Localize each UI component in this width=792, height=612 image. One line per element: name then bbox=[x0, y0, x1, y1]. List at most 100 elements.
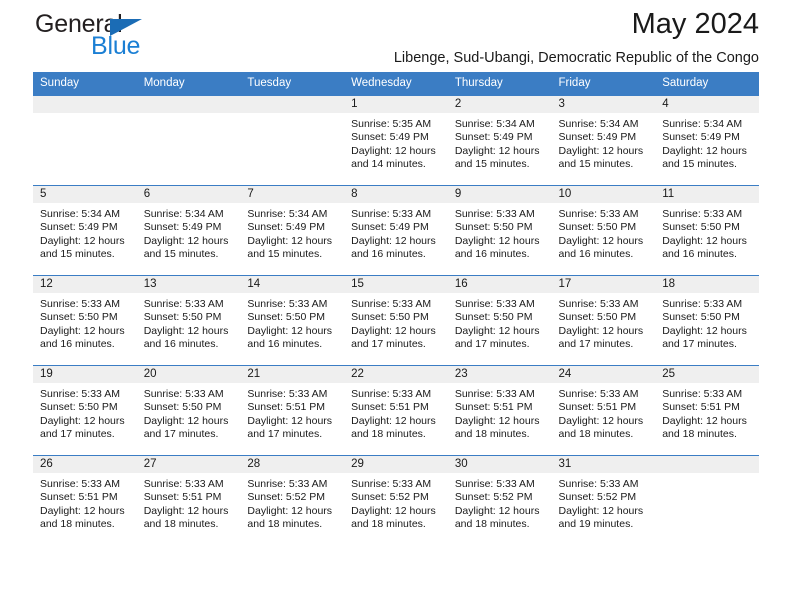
day-number: 9 bbox=[447, 186, 552, 203]
day-details: Sunrise: 5:33 AM Sunset: 5:50 PM Daylight:… bbox=[655, 203, 759, 262]
day-number: 3 bbox=[551, 96, 656, 113]
daylight-text: Daylight: 12 hours bbox=[662, 234, 747, 247]
calendar-day-cell[interactable]: 30 Sunrise: 5:33 AM Sunset: 5:52 PM Dayligh… bbox=[447, 455, 552, 545]
calendar-day-cell[interactable]: 25 Sunrise: 5:33 AM Sunset: 5:51 PM Dayligh… bbox=[655, 365, 759, 456]
day-number: 15 bbox=[344, 276, 448, 293]
sunset-text: Sunset: 5:49 PM bbox=[351, 131, 429, 144]
day-details: Sunrise: 5:33 AM Sunset: 5:50 PM Daylight:… bbox=[655, 293, 759, 352]
calendar-day-cell[interactable]: 4 Sunrise: 5:34 AM Sunset: 5:49 PM Daylight… bbox=[655, 95, 759, 186]
sunset-text: Sunset: 5:50 PM bbox=[558, 221, 637, 234]
sunset-text: Sunset: 5:51 PM bbox=[558, 401, 637, 414]
calendar-day-cell[interactable]: 18 Sunrise: 5:33 AM Sunset: 5:50 PM Dayligh… bbox=[655, 275, 759, 366]
sunset-text: Sunset: 5:50 PM bbox=[558, 311, 637, 324]
general-blue-logo[interactable]: General Blue bbox=[33, 10, 183, 62]
calendar-day-cell[interactable]: 1 Sunrise: 5:35 AM Sunset: 5:49 PM Daylight… bbox=[344, 95, 448, 186]
calendar-day-cell[interactable]: 8 Sunrise: 5:33 AM Sunset: 5:49 PM Daylight… bbox=[344, 185, 448, 276]
sunrise-text: Sunrise: 5:33 AM bbox=[143, 388, 224, 400]
day-number: 4 bbox=[655, 96, 759, 113]
daylight-text: and 19 minutes. bbox=[558, 518, 634, 531]
sunrise-text: Sunrise: 5:33 AM bbox=[454, 388, 535, 400]
sunrise-text: Sunrise: 5:33 AM bbox=[40, 298, 120, 310]
calendar-day-cell[interactable]: 31 Sunrise: 5:33 AM Sunset: 5:52 PM Dayligh… bbox=[551, 455, 656, 545]
sunrise-text: Sunrise: 5:34 AM bbox=[143, 208, 224, 220]
daylight-text: Daylight: 12 hours bbox=[40, 234, 125, 247]
day-number: 5 bbox=[33, 186, 137, 203]
daylight-text: and 17 minutes. bbox=[454, 338, 530, 351]
sunrise-text: Sunrise: 5:34 AM bbox=[40, 208, 120, 220]
sunset-text: Sunset: 5:51 PM bbox=[454, 401, 533, 414]
daylight-text: Daylight: 12 hours bbox=[143, 324, 229, 337]
day-number bbox=[136, 96, 241, 113]
daylight-text: Daylight: 12 hours bbox=[351, 414, 436, 427]
sunset-text: Sunset: 5:49 PM bbox=[662, 131, 740, 144]
calendar-body: 1 Sunrise: 5:35 AM Sunset: 5:49 PM Daylight… bbox=[33, 95, 759, 545]
calendar-week-row: 26 Sunrise: 5:33 AM Sunset: 5:51 PM Dayligh… bbox=[33, 455, 759, 545]
calendar-day-cell[interactable]: 29 Sunrise: 5:33 AM Sunset: 5:52 PM Dayligh… bbox=[344, 455, 448, 545]
calendar-day-cell[interactable]: 12 Sunrise: 5:33 AM Sunset: 5:50 PM Dayligh… bbox=[33, 275, 137, 366]
calendar-day-cell[interactable]: 22 Sunrise: 5:33 AM Sunset: 5:51 PM Dayligh… bbox=[344, 365, 448, 456]
sunset-text: Sunset: 5:51 PM bbox=[247, 401, 326, 414]
calendar-day-cell[interactable]: 3 Sunrise: 5:34 AM Sunset: 5:49 PM Daylight… bbox=[551, 95, 656, 186]
calendar-day-cell[interactable]: 21 Sunrise: 5:33 AM Sunset: 5:51 PM Dayligh… bbox=[240, 365, 345, 456]
day-number: 6 bbox=[136, 186, 241, 203]
calendar-day-cell[interactable]: 15 Sunrise: 5:33 AM Sunset: 5:50 PM Dayligh… bbox=[344, 275, 448, 366]
calendar-day-cell[interactable]: 5 Sunrise: 5:34 AM Sunset: 5:49 PM Daylight… bbox=[33, 185, 137, 276]
calendar-day-cell[interactable]: 28 Sunrise: 5:33 AM Sunset: 5:52 PM Dayligh… bbox=[240, 455, 345, 545]
calendar-day-cell[interactable]: 9 Sunrise: 5:33 AM Sunset: 5:50 PM Daylight… bbox=[447, 185, 552, 276]
sunrise-text: Sunrise: 5:33 AM bbox=[558, 208, 639, 220]
day-details: Sunrise: 5:33 AM Sunset: 5:51 PM Daylight:… bbox=[655, 383, 759, 442]
calendar-day-cell[interactable]: 16 Sunrise: 5:33 AM Sunset: 5:50 PM Dayligh… bbox=[447, 275, 552, 366]
day-number: 30 bbox=[447, 456, 552, 473]
day-number: 16 bbox=[447, 276, 552, 293]
daylight-text: and 16 minutes. bbox=[40, 338, 115, 351]
weekday-header-thursday: Thursday bbox=[447, 72, 552, 96]
sunrise-text: Sunrise: 5:34 AM bbox=[662, 118, 743, 130]
sunset-text: Sunset: 5:49 PM bbox=[454, 131, 533, 144]
sunset-text: Sunset: 5:50 PM bbox=[454, 311, 533, 324]
daylight-text: Daylight: 12 hours bbox=[454, 234, 540, 247]
daylight-text: Daylight: 12 hours bbox=[247, 324, 333, 337]
sunset-text: Sunset: 5:50 PM bbox=[662, 311, 740, 324]
calendar-day-cell[interactable]: 10 Sunrise: 5:33 AM Sunset: 5:50 PM Dayligh… bbox=[551, 185, 656, 276]
day-number: 17 bbox=[551, 276, 656, 293]
sunset-text: Sunset: 5:50 PM bbox=[40, 401, 118, 414]
day-details: Sunrise: 5:33 AM Sunset: 5:50 PM Daylight:… bbox=[33, 383, 137, 442]
daylight-text: and 17 minutes. bbox=[662, 338, 737, 351]
daylight-text: and 16 minutes. bbox=[558, 248, 634, 261]
daylight-text: Daylight: 12 hours bbox=[558, 144, 644, 157]
sunrise-text: Sunrise: 5:33 AM bbox=[247, 298, 328, 310]
day-details: Sunrise: 5:33 AM Sunset: 5:50 PM Daylight:… bbox=[137, 383, 241, 442]
page-title: May 2024 bbox=[631, 8, 759, 40]
calendar-day-cell[interactable]: 2 Sunrise: 5:34 AM Sunset: 5:49 PM Daylight… bbox=[447, 95, 552, 186]
calendar-day-cell[interactable]: 6 Sunrise: 5:34 AM Sunset: 5:49 PM Daylight… bbox=[136, 185, 241, 276]
calendar-day-cell[interactable]: 13 Sunrise: 5:33 AM Sunset: 5:50 PM Dayligh… bbox=[136, 275, 241, 366]
daylight-text: Daylight: 12 hours bbox=[454, 144, 540, 157]
sunrise-text: Sunrise: 5:33 AM bbox=[662, 388, 743, 400]
day-number: 2 bbox=[447, 96, 552, 113]
calendar-day-cell[interactable]: 20 Sunrise: 5:33 AM Sunset: 5:50 PM Dayligh… bbox=[136, 365, 241, 456]
calendar-day-cell[interactable]: 24 Sunrise: 5:33 AM Sunset: 5:51 PM Dayligh… bbox=[551, 365, 656, 456]
calendar-day-cell[interactable]: 23 Sunrise: 5:33 AM Sunset: 5:51 PM Dayligh… bbox=[447, 365, 552, 456]
daylight-text: Daylight: 12 hours bbox=[662, 414, 747, 427]
day-details: Sunrise: 5:33 AM Sunset: 5:50 PM Daylight:… bbox=[33, 293, 137, 352]
calendar-day-cell[interactable]: 11 Sunrise: 5:33 AM Sunset: 5:50 PM Dayligh… bbox=[655, 185, 759, 276]
calendar-day-cell[interactable]: 27 Sunrise: 5:33 AM Sunset: 5:51 PM Dayligh… bbox=[136, 455, 241, 545]
sunset-text: Sunset: 5:51 PM bbox=[662, 401, 740, 414]
daylight-text: Daylight: 12 hours bbox=[143, 414, 229, 427]
daylight-text: Daylight: 12 hours bbox=[454, 504, 540, 517]
calendar-day-cell[interactable]: 17 Sunrise: 5:33 AM Sunset: 5:50 PM Dayligh… bbox=[551, 275, 656, 366]
calendar-day-cell[interactable]: 26 Sunrise: 5:33 AM Sunset: 5:51 PM Dayligh… bbox=[33, 455, 137, 545]
weekday-header-wednesday: Wednesday bbox=[344, 72, 448, 96]
day-number: 26 bbox=[33, 456, 137, 473]
calendar-day-cell[interactable]: 14 Sunrise: 5:33 AM Sunset: 5:50 PM Dayligh… bbox=[240, 275, 345, 366]
sunrise-text: Sunrise: 5:34 AM bbox=[247, 208, 328, 220]
day-number: 27 bbox=[136, 456, 241, 473]
sunrise-text: Sunrise: 5:33 AM bbox=[662, 208, 743, 220]
calendar-day-cell[interactable]: 19 Sunrise: 5:33 AM Sunset: 5:50 PM Dayligh… bbox=[33, 365, 137, 456]
daylight-text: Daylight: 12 hours bbox=[40, 504, 125, 517]
day-details: Sunrise: 5:33 AM Sunset: 5:49 PM Daylight:… bbox=[344, 203, 448, 262]
calendar-day-cell[interactable]: 7 Sunrise: 5:34 AM Sunset: 5:49 PM Daylight… bbox=[240, 185, 345, 276]
daylight-text: and 15 minutes. bbox=[662, 158, 737, 171]
sunrise-text: Sunrise: 5:33 AM bbox=[454, 298, 535, 310]
day-details: Sunrise: 5:34 AM Sunset: 5:49 PM Daylight:… bbox=[655, 113, 759, 172]
